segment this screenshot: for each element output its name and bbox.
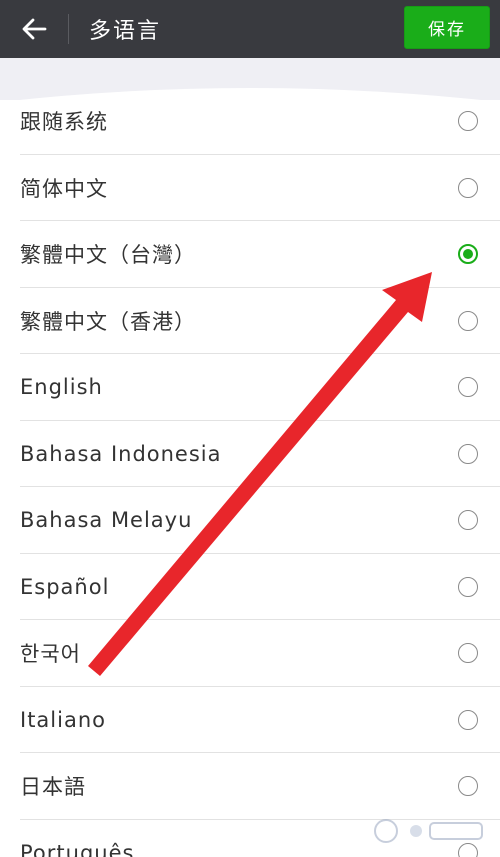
- language-option[interactable]: English: [0, 354, 500, 421]
- language-option[interactable]: 한국어: [0, 620, 500, 687]
- language-option-label: 繁體中文（香港）: [20, 309, 196, 334]
- language-option[interactable]: 繁體中文（香港）: [0, 288, 500, 355]
- language-option-label: Bahasa Indonesia: [20, 441, 222, 466]
- language-option-label: Español: [20, 574, 110, 599]
- language-option[interactable]: 日本語: [0, 753, 500, 820]
- language-option-label: 繁體中文（台灣）: [20, 243, 196, 268]
- language-option-label: Italiano: [20, 707, 106, 732]
- language-settings-screen: 多语言 保存 跟随系统简体中文繁體中文（台灣） 繁體中文（香港） English Ba…: [0, 0, 500, 857]
- language-option-label: 日本語: [20, 775, 86, 800]
- language-option-label: 简体中文: [20, 176, 108, 201]
- language-option[interactable]: Bahasa Melayu: [0, 487, 500, 554]
- language-option[interactable]: 简体中文: [0, 155, 500, 222]
- radio-unchecked-icon[interactable]: [458, 111, 478, 132]
- language-list: 跟随系统简体中文繁體中文（台灣） 繁體中文（香港） English Bahasa In…: [0, 88, 500, 857]
- language-option-label: 跟随系统: [20, 110, 108, 135]
- watermark-logo: [374, 819, 483, 843]
- header-divider: [68, 14, 69, 44]
- radio-unchecked-icon[interactable]: [458, 576, 478, 597]
- language-option-label: Bahasa Melayu: [20, 508, 193, 533]
- radio-checked-icon[interactable]: [458, 244, 478, 265]
- save-button[interactable]: 保存: [404, 6, 490, 49]
- radio-unchecked-icon[interactable]: [458, 177, 478, 198]
- radio-unchecked-icon[interactable]: [458, 709, 478, 730]
- language-option[interactable]: 繁體中文（台灣）: [0, 221, 500, 288]
- radio-unchecked-icon[interactable]: [458, 643, 478, 664]
- language-option-label: 한국어: [20, 642, 81, 667]
- radio-unchecked-icon[interactable]: [458, 776, 478, 797]
- language-option[interactable]: Español: [0, 554, 500, 621]
- language-option[interactable]: Bahasa Indonesia: [0, 421, 500, 488]
- arrow-left-icon: [22, 18, 47, 40]
- radio-unchecked-icon[interactable]: [458, 377, 478, 398]
- radio-unchecked-icon[interactable]: [458, 443, 478, 464]
- page-title: 多语言: [89, 19, 162, 44]
- radio-unchecked-icon[interactable]: [458, 510, 478, 531]
- language-option-label: English: [20, 375, 103, 400]
- top-bar: 多语言 保存: [0, 0, 500, 58]
- radio-unchecked-icon[interactable]: [458, 310, 478, 331]
- back-button[interactable]: [0, 0, 68, 58]
- language-option-label: Português: [20, 840, 135, 857]
- language-option[interactable]: Italiano: [0, 687, 500, 754]
- language-option[interactable]: 跟随系统: [0, 88, 500, 155]
